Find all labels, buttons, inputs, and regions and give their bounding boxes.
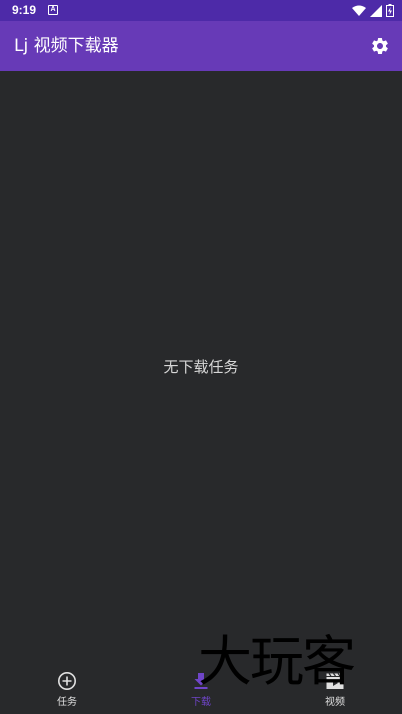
empty-state-message: 无下载任务 xyxy=(163,358,239,376)
notification-a-icon: A xyxy=(48,5,58,15)
status-bar: 9:19 A xyxy=(0,0,402,21)
signal-icon xyxy=(370,4,382,17)
nav-label-videos: 视频 xyxy=(325,697,345,708)
app-title: Lj 视频下载器 xyxy=(14,36,119,56)
wifi-icon xyxy=(352,5,366,16)
nav-label-tasks: 任务 xyxy=(57,697,77,708)
status-time: 9:19 xyxy=(12,3,37,17)
app-bar: Lj 视频下载器 xyxy=(0,21,402,71)
nav-tab-tasks[interactable]: 任务 xyxy=(0,664,134,714)
settings-button[interactable] xyxy=(368,34,392,58)
battery-icon xyxy=(386,4,394,17)
movie-clapper-icon xyxy=(326,673,344,689)
bottom-navigation: 任务 下载 视频 xyxy=(0,664,402,714)
gear-icon xyxy=(372,37,388,54)
download-icon xyxy=(194,673,208,689)
download-list-area: 无下载任务 xyxy=(0,71,402,664)
status-icons xyxy=(352,3,394,18)
nav-tab-downloads[interactable]: 下载 xyxy=(134,664,268,714)
nav-label-downloads: 下载 xyxy=(191,697,211,708)
nav-tab-videos[interactable]: 视频 xyxy=(268,664,402,714)
plus-circle-icon xyxy=(58,672,76,690)
